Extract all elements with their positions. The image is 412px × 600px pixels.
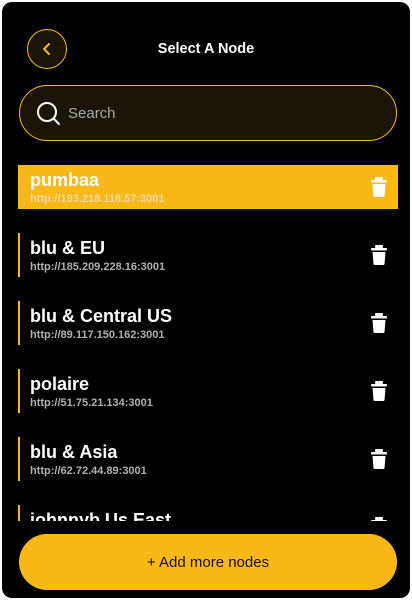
search-input[interactable] <box>68 100 368 126</box>
node-name: polaire <box>30 374 90 394</box>
node-selector-panel: Select A Node pumbaa http://193.218.118.… <box>2 2 410 598</box>
node-item-pumbaa[interactable]: pumbaa http://193.218.118.57:3001 <box>18 165 398 209</box>
node-name: blu & EU <box>30 238 105 258</box>
node-item-polaire[interactable]: polaire http://51.75.21.134:3001 <box>18 369 398 413</box>
node-url: http://89.117.150.162:3001 <box>30 329 165 341</box>
trash-icon[interactable] <box>371 177 387 197</box>
node-name: blu & Central US <box>30 306 173 326</box>
trash-icon[interactable] <box>371 381 387 401</box>
node-url: http://62.72.44.89:3001 <box>30 465 147 477</box>
node-url: http://193.218.118.57:3001 <box>30 193 165 205</box>
add-nodes-button[interactable]: + Add more nodes <box>19 534 397 590</box>
page-title: Select A Node <box>157 41 255 57</box>
node-url: http://185.209.228.16:3001 <box>30 261 166 273</box>
node-item-blu-asia[interactable]: blu & Asia http://62.72.44.89:3001 <box>18 437 398 481</box>
node-list: pumbaa http://193.218.118.57:3001 blu & … <box>18 165 398 521</box>
trash-icon[interactable] <box>371 245 387 265</box>
node-item-johnnyb-us-east[interactable]: johnnyb Us East <box>18 505 398 521</box>
trash-icon[interactable] <box>371 517 387 521</box>
node-name: pumbaa <box>30 170 100 190</box>
trash-icon[interactable] <box>371 313 387 333</box>
node-item-blu-central-us[interactable]: blu & Central US http://89.117.150.162:3… <box>18 301 398 345</box>
node-url: http://51.75.21.134:3001 <box>30 397 153 409</box>
node-name: johnnyb Us East <box>30 510 172 521</box>
node-name: blu & Asia <box>30 442 118 462</box>
trash-icon[interactable] <box>371 449 387 469</box>
search-icon <box>37 102 60 125</box>
search-field[interactable] <box>19 85 397 141</box>
node-item-blu-eu[interactable]: blu & EU http://185.209.228.16:3001 <box>18 233 398 277</box>
